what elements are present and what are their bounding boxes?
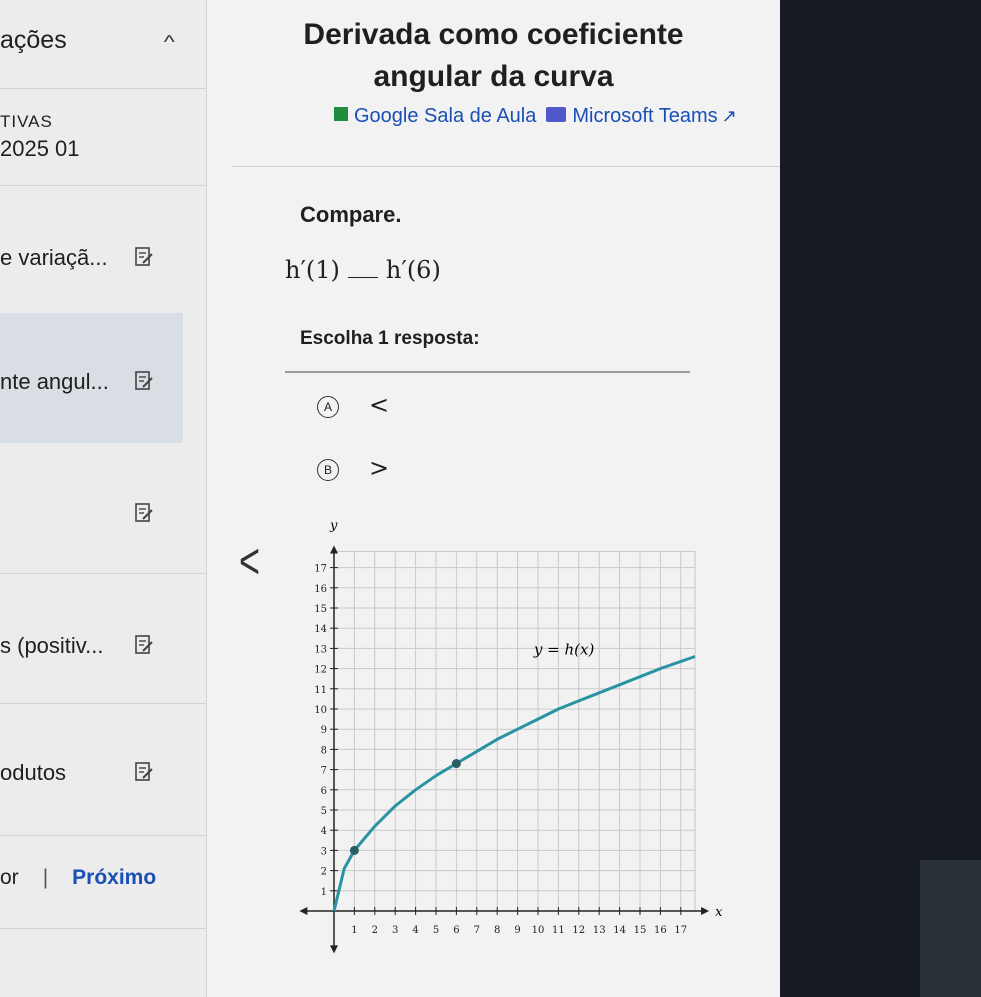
- y-axis-label: y: [329, 518, 338, 533]
- point-marker: [451, 759, 461, 769]
- curve-h: [332, 655, 696, 912]
- x-axis-label: x: [715, 905, 723, 920]
- y-tick-label: 1: [321, 887, 327, 898]
- sidebar-item-positiva[interactable]: s (positiv...: [0, 573, 183, 703]
- point-marker: [349, 845, 359, 855]
- y-tick-label: 17: [314, 564, 327, 575]
- x-tick-label: 4: [412, 925, 418, 936]
- sidebar-item-label: s (positiv...: [0, 633, 104, 658]
- y-tick-label: 9: [321, 725, 327, 736]
- y-tick-label: 3: [321, 846, 327, 857]
- sidebar-divider: [0, 88, 206, 89]
- sidebar-item-variacao[interactable]: e variaçã...: [0, 185, 183, 315]
- x-tick-label: 17: [674, 925, 687, 936]
- edit-note-icon: [135, 503, 153, 522]
- y-tick-label: 16: [314, 584, 327, 595]
- edit-note-icon: [135, 247, 153, 266]
- curve-label: y = h(x): [533, 640, 595, 658]
- y-tick-label: 5: [321, 806, 327, 817]
- x-axis-arrow: [701, 907, 710, 915]
- sidebar-item-coeficiente-angular[interactable]: nte angul...: [0, 313, 183, 443]
- x-tick-label: 15: [634, 925, 647, 936]
- chevron-up-icon[interactable]: ^: [164, 32, 175, 53]
- y-tick-label: 6: [321, 786, 327, 797]
- y-tick-label: 14: [314, 624, 327, 635]
- sidebar-item-produtos[interactable]: odutos: [0, 703, 183, 833]
- sidebar-header[interactable]: ações ^: [0, 26, 206, 66]
- edit-note-icon: [135, 762, 153, 781]
- y-axis-arrow: [330, 945, 338, 954]
- x-tick-label: 12: [572, 925, 585, 936]
- sidebar-header-title: ações: [0, 26, 67, 54]
- graph-h: 1 2 3 4 5 6 7 8 9 10 11 12 13 14 15 16 17123456789101112…: [299, 518, 723, 954]
- edit-note-icon: [135, 635, 153, 654]
- background-sheen: [920, 860, 981, 997]
- x-tick-label: 9: [514, 925, 520, 936]
- next-link[interactable]: Próximo: [72, 866, 156, 889]
- y-tick-label: 15: [314, 604, 327, 615]
- y-tick-label: 10: [314, 705, 327, 716]
- sidebar-unit: 2025 01: [0, 136, 80, 161]
- sidebar-item-label: e variaçã...: [0, 245, 108, 270]
- sidebar-item-label: nte angul...: [0, 369, 109, 394]
- y-tick-label: 7: [321, 766, 327, 777]
- exercise-panel: Derivada como coeficiente angular da cur…: [207, 0, 780, 997]
- sidebar-item-label: odutos: [0, 760, 67, 785]
- y-tick-label: 13: [314, 644, 327, 655]
- y-tick-label: 4: [321, 826, 327, 837]
- x-tick-label: 8: [494, 925, 500, 936]
- y-tick-label: 11: [314, 685, 327, 696]
- x-tick-label: 16: [654, 925, 667, 936]
- sidebar: ações ^ TIVAS 2025 01 e variaçã... nte a…: [0, 0, 207, 997]
- x-tick-label: 10: [532, 925, 545, 936]
- x-tick-label: 14: [613, 925, 626, 936]
- y-axis-arrow: [330, 545, 338, 554]
- x-tick-label: 3: [392, 925, 398, 936]
- x-axis-arrow: [299, 907, 308, 915]
- sidebar-pagination: or | Próximo: [0, 866, 156, 890]
- y-tick-label: 8: [321, 745, 327, 756]
- y-tick-label: 2: [321, 867, 327, 878]
- x-tick-label: 11: [552, 925, 565, 936]
- previous-link[interactable]: or: [0, 866, 19, 889]
- sidebar-item-exercise[interactable]: [0, 443, 183, 573]
- chart-points: [349, 759, 461, 855]
- x-tick-label: 7: [474, 925, 480, 936]
- x-tick-label: 6: [453, 925, 459, 936]
- x-tick-label: 1: [351, 925, 357, 936]
- edit-note-icon: [135, 371, 153, 390]
- x-tick-label: 13: [593, 925, 606, 936]
- y-tick-label: 12: [314, 665, 327, 676]
- nav-separator: |: [42, 866, 49, 889]
- sidebar-divider: [0, 835, 206, 836]
- sidebar-divider: [0, 928, 206, 929]
- background-area: [780, 0, 981, 997]
- sidebar-category: TIVAS: [0, 112, 53, 131]
- x-tick-label: 5: [433, 925, 439, 936]
- x-tick-label: 2: [372, 925, 378, 936]
